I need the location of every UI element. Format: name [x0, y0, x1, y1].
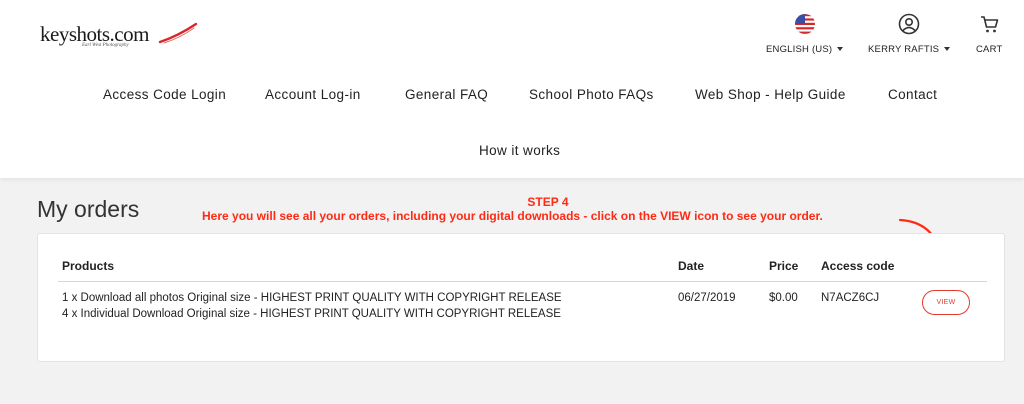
header-products: Products	[62, 259, 115, 273]
order-access-code: N7ACZ6CJ	[821, 292, 880, 304]
order-price: $0.00	[769, 292, 798, 304]
header-price: Price	[769, 259, 799, 273]
product-line: 1 x Download all photos Original size - …	[62, 292, 562, 304]
nav-contact[interactable]: Contact	[888, 87, 937, 102]
header-divider	[58, 281, 987, 282]
main-nav: Access Code Login Account Log-in General…	[0, 0, 1024, 178]
header-date: Date	[678, 259, 705, 273]
order-date: 06/27/2019	[678, 292, 736, 304]
nav-account-login[interactable]: Account Log-in	[265, 87, 361, 102]
site-header: keyshots.com Earl West Photography ENGLI…	[0, 0, 1024, 178]
nav-school-photo-faqs[interactable]: School Photo FAQs	[529, 87, 654, 102]
nav-web-shop-help-guide[interactable]: Web Shop - Help Guide	[695, 87, 846, 102]
product-line: 4 x Individual Download Original size - …	[62, 308, 561, 320]
annotation-step-label: STEP 4	[527, 195, 569, 209]
header-access-code: Access code	[821, 259, 895, 273]
view-order-button[interactable]: VIEW	[922, 290, 970, 315]
nav-how-it-works[interactable]: How it works	[479, 143, 560, 158]
annotation-text: Here you will see all your orders, inclu…	[202, 209, 823, 223]
orders-card: Products Date Price Access code 1 x Down…	[37, 233, 1005, 362]
nav-general-faq[interactable]: General FAQ	[405, 87, 488, 102]
nav-access-code-login[interactable]: Access Code Login	[103, 87, 226, 102]
